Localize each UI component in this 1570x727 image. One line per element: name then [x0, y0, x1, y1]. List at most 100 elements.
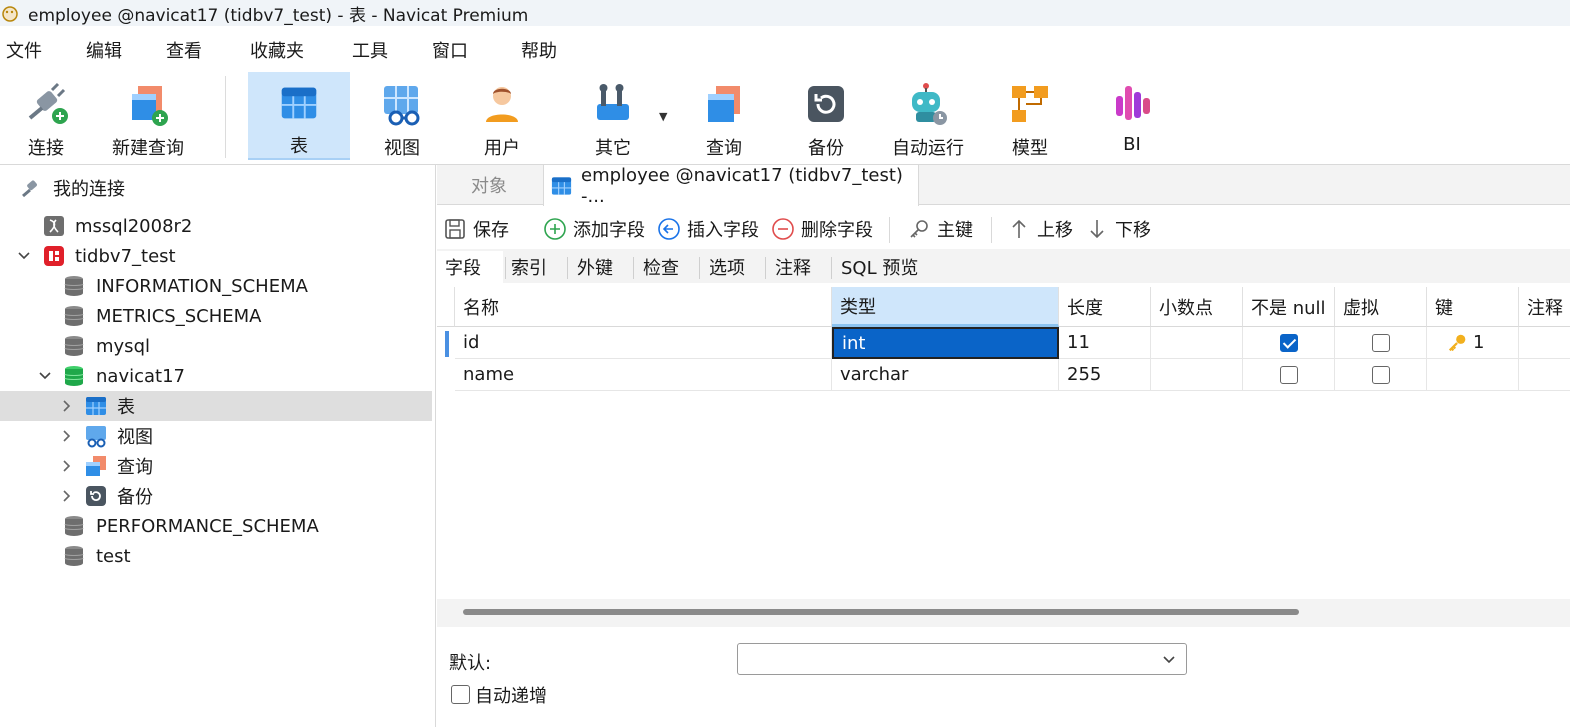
cell-key[interactable]: 1	[1427, 327, 1519, 359]
column-header-not-null[interactable]: 不是 null	[1243, 287, 1335, 327]
menu-favorites[interactable]: 收藏夹	[250, 37, 304, 63]
subtab-foreign-keys[interactable]: 外键	[577, 251, 613, 283]
chevron-down-icon[interactable]	[38, 369, 52, 383]
other-dropdown-icon[interactable]: ▼	[659, 110, 667, 123]
menu-file[interactable]: 文件	[6, 37, 42, 63]
cell-key[interactable]	[1427, 359, 1519, 391]
tree-item-navicat17[interactable]: navicat17	[0, 361, 432, 391]
query-icon	[86, 456, 106, 476]
virtual-checkbox[interactable]	[1371, 365, 1390, 384]
column-header-type[interactable]: 类型	[832, 287, 1059, 327]
cell-type-editing[interactable]: int	[832, 327, 1059, 359]
backup-button[interactable]: 备份	[786, 72, 866, 160]
query-button[interactable]: 查询	[684, 72, 764, 160]
arrow-down-icon	[1090, 220, 1104, 239]
tab-objects[interactable]: 对象	[437, 165, 541, 205]
virtual-checkbox[interactable]	[1371, 333, 1390, 352]
table-button[interactable]: 表	[248, 72, 350, 160]
cell-type[interactable]: varchar	[832, 359, 1059, 391]
row-header-corner	[437, 287, 455, 327]
not-null-checkbox[interactable]	[1279, 333, 1298, 352]
column-header-length[interactable]: 长度	[1059, 287, 1151, 327]
tree-item-views[interactable]: 视图	[0, 421, 432, 451]
bi-label: BI	[1123, 134, 1141, 155]
tree-item-test[interactable]: test	[0, 541, 432, 571]
add-field-button[interactable]: 添加字段	[543, 213, 645, 245]
cell-length[interactable]: 11	[1059, 327, 1151, 359]
menu-help[interactable]: 帮助	[521, 37, 557, 63]
cell-comment[interactable]	[1519, 327, 1570, 359]
chevron-down-icon[interactable]	[17, 249, 31, 263]
tree-item-tidbv7-test[interactable]: tidbv7_test	[0, 241, 432, 271]
query-icon	[708, 86, 740, 122]
column-header-decimals[interactable]: 小数点	[1151, 287, 1243, 327]
tree-item-metrics-schema[interactable]: METRICS_SCHEMA	[0, 301, 432, 331]
tree-item-performance-schema[interactable]: PERFORMANCE_SCHEMA	[0, 511, 432, 541]
connect-button[interactable]: 连接	[4, 72, 88, 160]
subtab-separator	[831, 257, 832, 279]
user-button[interactable]: 用户	[460, 72, 544, 160]
cell-text: varchar	[840, 364, 909, 385]
menu-window[interactable]: 窗口	[432, 37, 468, 63]
column-header-virtual[interactable]: 虚拟	[1335, 287, 1427, 327]
table-designer: 对象 employee @navicat17 (tidbv7_test) -..…	[437, 165, 1570, 727]
tree-item-information-schema[interactable]: INFORMATION_SCHEMA	[0, 271, 432, 301]
subtab-indexes[interactable]: 索引	[511, 251, 547, 283]
document-tabs: 对象 employee @navicat17 (tidbv7_test) -..…	[437, 165, 1570, 207]
cell-decimals[interactable]	[1151, 327, 1243, 359]
tree-item-mysql[interactable]: mysql	[0, 331, 432, 361]
auto-increment-checkbox[interactable]	[451, 685, 470, 704]
model-button[interactable]: 模型	[990, 72, 1070, 160]
chevron-right-icon[interactable]	[60, 399, 74, 413]
subtab-comments[interactable]: 注释	[775, 251, 811, 283]
new-query-button[interactable]: 新建查询	[100, 72, 196, 160]
subtab-checks[interactable]: 检查	[643, 251, 679, 283]
menu-tools[interactable]: 工具	[352, 37, 388, 63]
chevron-right-icon[interactable]	[60, 429, 74, 443]
tree-item-mssql2008r2[interactable]: mssql2008r2	[0, 211, 432, 241]
auto-increment-label: 自动递增	[475, 686, 547, 707]
cell-text: 255	[1067, 364, 1102, 385]
menu-edit[interactable]: 编辑	[86, 37, 122, 63]
cell-comment[interactable]	[1519, 359, 1570, 391]
delete-field-button[interactable]: 删除字段	[771, 213, 873, 245]
tree-item-label: mssql2008r2	[75, 215, 193, 237]
move-down-button[interactable]: 下移	[1085, 213, 1151, 245]
subtab-options[interactable]: 选项	[709, 251, 745, 283]
save-button[interactable]: 保存	[443, 213, 509, 245]
subtab-fields[interactable]: 字段	[437, 251, 503, 283]
move-up-button[interactable]: 上移	[1007, 213, 1073, 245]
insert-field-button[interactable]: 插入字段	[657, 213, 759, 245]
cell-name[interactable]: name	[455, 359, 832, 391]
tree-root-my-connections[interactable]: 我的连接	[0, 173, 432, 203]
cell-length[interactable]: 255	[1059, 359, 1151, 391]
column-header-key[interactable]: 键	[1427, 287, 1519, 327]
add-field-label: 添加字段	[573, 220, 645, 241]
cell-name[interactable]: id	[455, 327, 832, 359]
horizontal-scrollbar[interactable]	[437, 599, 1570, 627]
tree-item-backups[interactable]: 备份	[0, 481, 432, 511]
database-icon	[64, 276, 84, 296]
chevron-right-icon[interactable]	[60, 459, 74, 473]
primary-key-button[interactable]: 主键	[907, 213, 973, 245]
default-select[interactable]	[737, 643, 1187, 675]
view-label: 视图	[384, 138, 420, 159]
chevron-right-icon[interactable]	[60, 489, 74, 503]
automation-button[interactable]: 自动运行	[884, 72, 972, 160]
other-button[interactable]: 其它	[570, 72, 656, 160]
subtab-label: 选项	[709, 258, 745, 279]
cell-decimals[interactable]	[1151, 359, 1243, 391]
subtab-sql-preview[interactable]: SQL 预览	[841, 251, 918, 283]
menu-view[interactable]: 查看	[166, 37, 202, 63]
tab-employee-editor[interactable]: employee @navicat17 (tidbv7_test) -...	[543, 165, 919, 207]
not-null-checkbox[interactable]	[1279, 365, 1298, 384]
tree-item-tables[interactable]: 表	[0, 391, 432, 421]
database-icon	[64, 516, 84, 536]
column-header-name[interactable]: 名称	[455, 287, 832, 327]
tree-item-queries[interactable]: 查询	[0, 451, 432, 481]
column-header-comment[interactable]: 注释	[1519, 287, 1570, 327]
subtab-label: 索引	[511, 258, 547, 279]
scrollbar-thumb[interactable]	[463, 609, 1299, 615]
view-button[interactable]: 视图	[360, 72, 444, 160]
bi-button[interactable]: BI	[1092, 72, 1172, 160]
